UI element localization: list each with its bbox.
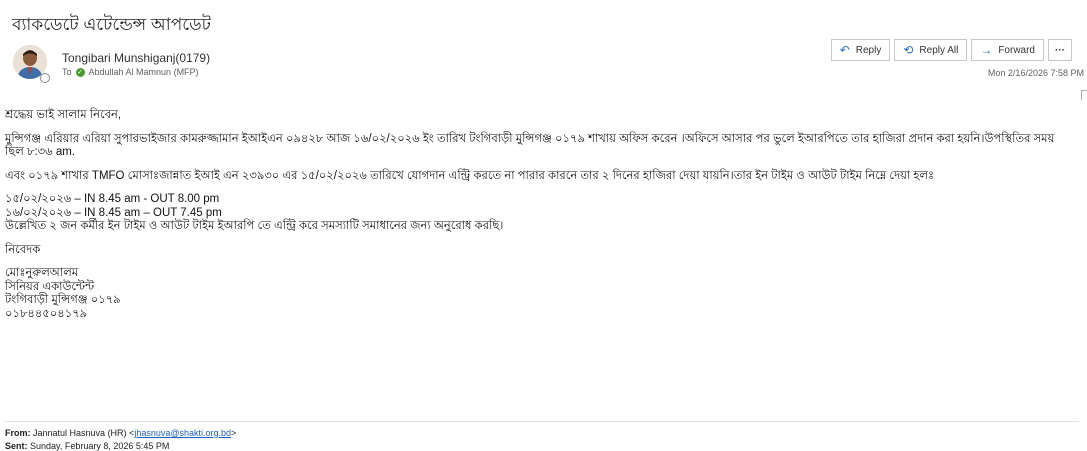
paragraph-1: মুন্সিগঞ্জ এরিয়ার এরিয়া সুপারভাইজার কা… [5,132,1055,159]
checkmark-icon: ✓ [75,67,85,77]
paragraph-2: এবং ০১৭৯ শাখার TMFO মোসাঃজান্নাত ইআই এন … [5,169,935,182]
to-label: To [62,67,72,77]
reply-all-label: Reply All [919,44,959,56]
forward-arrow-icon: → [980,43,993,57]
signature-branch: টংগিবাড়ী মুন্সিগঞ্জ ০১৭৯ [5,294,121,306]
scrollbar-corner[interactable] [1081,90,1087,100]
recipient-name[interactable]: Abdullah Al Mamnun (MFP) [89,67,199,77]
reply-all-arrow-icon: ⟲ [903,43,914,57]
signature-title: সিনিয়র একাউন্টেন্ট [5,280,95,293]
forwarded-sent: Sent: Sunday, February 8, 2026 5:45 PM [5,441,169,451]
message-body: শ্রদ্ধেয় ভাই সালাম নিবেন, মুন্সিগঞ্জ এর… [5,109,1075,321]
from-email-link[interactable]: jhasnuva@shakti.org.bd [134,428,231,438]
from-name: Jannatul Hasnuva (HR) < [33,428,135,438]
from-end: > [231,428,237,438]
divider [5,421,1079,422]
sent-label: Sent: [5,441,28,451]
forward-label: Forward [998,44,1035,56]
signature-name: মোঃনুরুলআলম [5,267,79,279]
reply-arrow-icon: ↶ [839,43,850,57]
from-label: From: [5,428,31,438]
presence-status-icon [40,73,50,83]
time-entry-2: ১৬/০২/২০২৬ – IN 8.45 am – OUT 7.45 pm [5,206,222,219]
sender-name[interactable]: Tongibari Munshiganj(0179) [62,51,210,65]
reply-all-button[interactable]: ⟲ Reply All [894,39,968,61]
email-subject: ব্যাকডেটে এটেন্ডেন্স আপডেট [12,15,211,34]
reply-label: Reply [855,44,882,56]
reply-button[interactable]: ↶ Reply [830,39,891,61]
closing: নিবেদক [5,243,41,256]
message-actions: ↶ Reply ⟲ Reply All → Forward ··· [830,39,1072,61]
forward-button[interactable]: → Forward [971,39,1044,61]
more-actions-button[interactable]: ··· [1048,39,1072,61]
time-entry-1: ১৫/০২/২০২৬ – IN 8.45 am - OUT 8.00 pm [5,193,220,205]
forwarded-from: From: Jannatul Hasnuva (HR) <jhasnuva@sh… [5,428,236,438]
signature-phone: ০১৮৪৪৫০৪১৭৯ [5,307,88,320]
recipient-line: To ✓ Abdullah Al Mamnun (MFP) [62,67,199,77]
request-line: উল্লেখিত ২ জন কর্মীর ইন টাইম ও আউট টাইম … [5,220,504,232]
sent-value: Sunday, February 8, 2026 5:45 PM [30,441,170,451]
greeting: শ্রদ্ধেয় ভাই সালাম নিবেন, [5,109,122,121]
message-date: Mon 2/16/2026 7:58 PM [987,68,1084,78]
